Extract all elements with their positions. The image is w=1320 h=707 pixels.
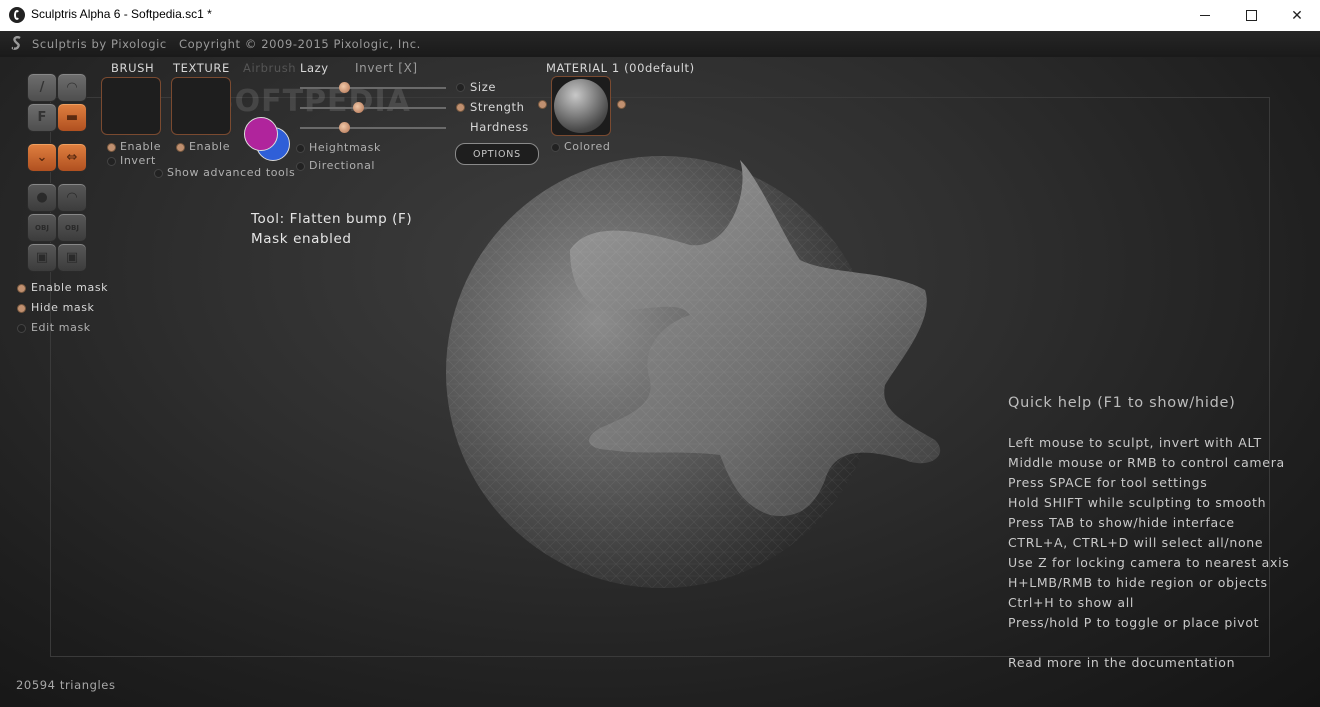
quick-help-line: Middle mouse or RMB to control camera [1008, 455, 1285, 470]
export-obj-icon: OBJ [65, 223, 79, 232]
watermark-text: SOFTPEDIA [212, 84, 411, 119]
hardness-label: Hardness [470, 120, 529, 134]
window-title: Sculptris Alpha 6 - Softpedia.sc1 * [31, 7, 212, 21]
material-prev-button[interactable] [538, 100, 547, 109]
directional-radio[interactable] [296, 162, 305, 171]
material-next-button[interactable] [617, 100, 626, 109]
pinch-tool-button[interactable]: ▬ [57, 103, 87, 132]
quick-help-line: CTRL+A, CTRL+D will select all/none [1008, 535, 1264, 550]
brush-invert-radio[interactable] [107, 157, 116, 166]
sculptris-logo-icon [11, 36, 21, 50]
brush-heading: BRUSH [111, 61, 155, 75]
edit-mask-label: Edit mask [31, 321, 91, 334]
material-heading: MATERIAL 1 (00default) [546, 61, 695, 75]
hardness-slider-knob[interactable] [339, 122, 350, 133]
mask-status-text: Mask enabled [251, 231, 352, 247]
maximize-button[interactable] [1228, 0, 1274, 31]
show-advanced-label: Show advanced tools [167, 166, 296, 179]
strength-label: Strength [470, 100, 525, 114]
import-obj-icon: OBJ [35, 223, 49, 232]
close-button[interactable]: ✕ [1274, 0, 1320, 31]
enable-mask-radio[interactable] [17, 284, 26, 293]
size-pressure-radio[interactable] [456, 83, 465, 92]
quick-help-line: Ctrl+H to show all [1008, 595, 1135, 610]
show-advanced-radio[interactable] [154, 169, 163, 178]
header-strip: Sculptris by Pixologic Copyright © 2009-… [0, 31, 1320, 57]
hide-mask-radio[interactable] [17, 304, 26, 313]
grab-tool-icon: ⇔ [66, 150, 78, 165]
inflate-tool-icon: ⌄ [36, 150, 48, 165]
inflate-tool-button[interactable]: ⌄ [27, 143, 57, 172]
sculpt-viewport[interactable]: Sculptris by Pixologic Copyright © 2009-… [0, 31, 1320, 707]
smooth-tool-button[interactable]: ● [27, 183, 57, 212]
pinch-tool-icon: ▬ [65, 110, 79, 125]
material-preview-sphere [554, 79, 608, 133]
close-icon: ✕ [1291, 7, 1303, 24]
triangle-count: 20594 triangles [16, 678, 116, 692]
smooth-tool-icon: ● [36, 190, 48, 205]
quick-help-line: Use Z for locking camera to nearest axis [1008, 555, 1290, 570]
app-name: Sculptris by Pixologic [32, 37, 167, 51]
grab-tool-button[interactable]: ⇔ [57, 143, 87, 172]
heightmask-label: Heightmask [309, 141, 381, 154]
strength-slider[interactable] [300, 107, 446, 109]
flatten-tool-icon: F [37, 110, 47, 125]
minimize-button[interactable] [1182, 0, 1228, 31]
quick-help-line: H+LMB/RMB to hide region or objects [1008, 575, 1268, 590]
brush-slot[interactable] [101, 77, 161, 135]
enable-mask-label: Enable mask [31, 281, 109, 294]
save-file-button[interactable]: ▣ [57, 243, 87, 272]
material-slot[interactable] [551, 76, 611, 136]
documentation-link[interactable]: Read more in the documentation [1008, 655, 1235, 670]
texture-enable-label: Enable [189, 140, 231, 153]
hide-mask-label: Hide mask [31, 301, 95, 314]
strength-pressure-radio[interactable] [456, 103, 465, 112]
current-tool-text: Tool: Flatten bump (F) [251, 211, 413, 227]
crease-tool-button[interactable]: ◠ [57, 73, 87, 102]
export-obj-button[interactable]: OBJ [57, 213, 87, 242]
draw-tool-icon: / [39, 80, 45, 95]
texture-slot[interactable] [171, 77, 231, 135]
quick-help-line: Press SPACE for tool settings [1008, 475, 1208, 490]
lazy-toggle[interactable]: Lazy [300, 61, 329, 75]
draw-tool-button[interactable]: / [27, 73, 57, 102]
open-file-icon: ▣ [35, 250, 49, 265]
texture-heading: TEXTURE [173, 61, 230, 75]
quick-help-line: Left mouse to sculpt, invert with ALT [1008, 435, 1262, 450]
scale-tool-button[interactable]: ◠ [57, 183, 87, 212]
open-file-button[interactable]: ▣ [27, 243, 57, 272]
copyright-text: Copyright © 2009-2015 Pixologic, Inc. [179, 37, 421, 51]
save-file-icon: ▣ [65, 250, 79, 265]
quick-help-line: Hold SHIFT while sculpting to smooth [1008, 495, 1267, 510]
invert-toggle[interactable]: Invert [X] [355, 61, 418, 75]
directional-label: Directional [309, 159, 376, 172]
maximize-icon [1245, 10, 1257, 21]
window-titlebar: Sculptris Alpha 6 - Softpedia.sc1 * ✕ [0, 0, 1320, 32]
scale-tool-icon: ◠ [67, 190, 77, 205]
hardness-slider[interactable] [300, 127, 446, 129]
sculpt-mesh[interactable] [430, 150, 950, 600]
sculptris-app-icon [9, 7, 25, 23]
size-label: Size [470, 80, 497, 94]
primary-color-swatch[interactable] [244, 117, 278, 151]
quick-help-line: Press/hold P to toggle or place pivot [1008, 615, 1260, 630]
airbrush-toggle[interactable]: Airbrush [243, 61, 296, 75]
crease-tool-icon: ◠ [67, 80, 77, 95]
size-slider-knob[interactable] [339, 82, 350, 93]
import-obj-button[interactable]: OBJ [27, 213, 57, 242]
brush-invert-label: Invert [120, 154, 156, 167]
heightmask-radio[interactable] [296, 144, 305, 153]
brush-enable-radio[interactable] [107, 143, 116, 152]
brush-enable-label: Enable [120, 140, 162, 153]
flatten-tool-button[interactable]: F [27, 103, 57, 132]
texture-enable-radio[interactable] [176, 143, 185, 152]
strength-slider-knob[interactable] [353, 102, 364, 113]
edit-mask-radio[interactable] [17, 324, 26, 333]
minimize-icon [1200, 15, 1210, 16]
quick-help-line: Press TAB to show/hide interface [1008, 515, 1235, 530]
size-slider[interactable] [300, 87, 446, 89]
quick-help-title: Quick help (F1 to show/hide) [1008, 395, 1236, 411]
